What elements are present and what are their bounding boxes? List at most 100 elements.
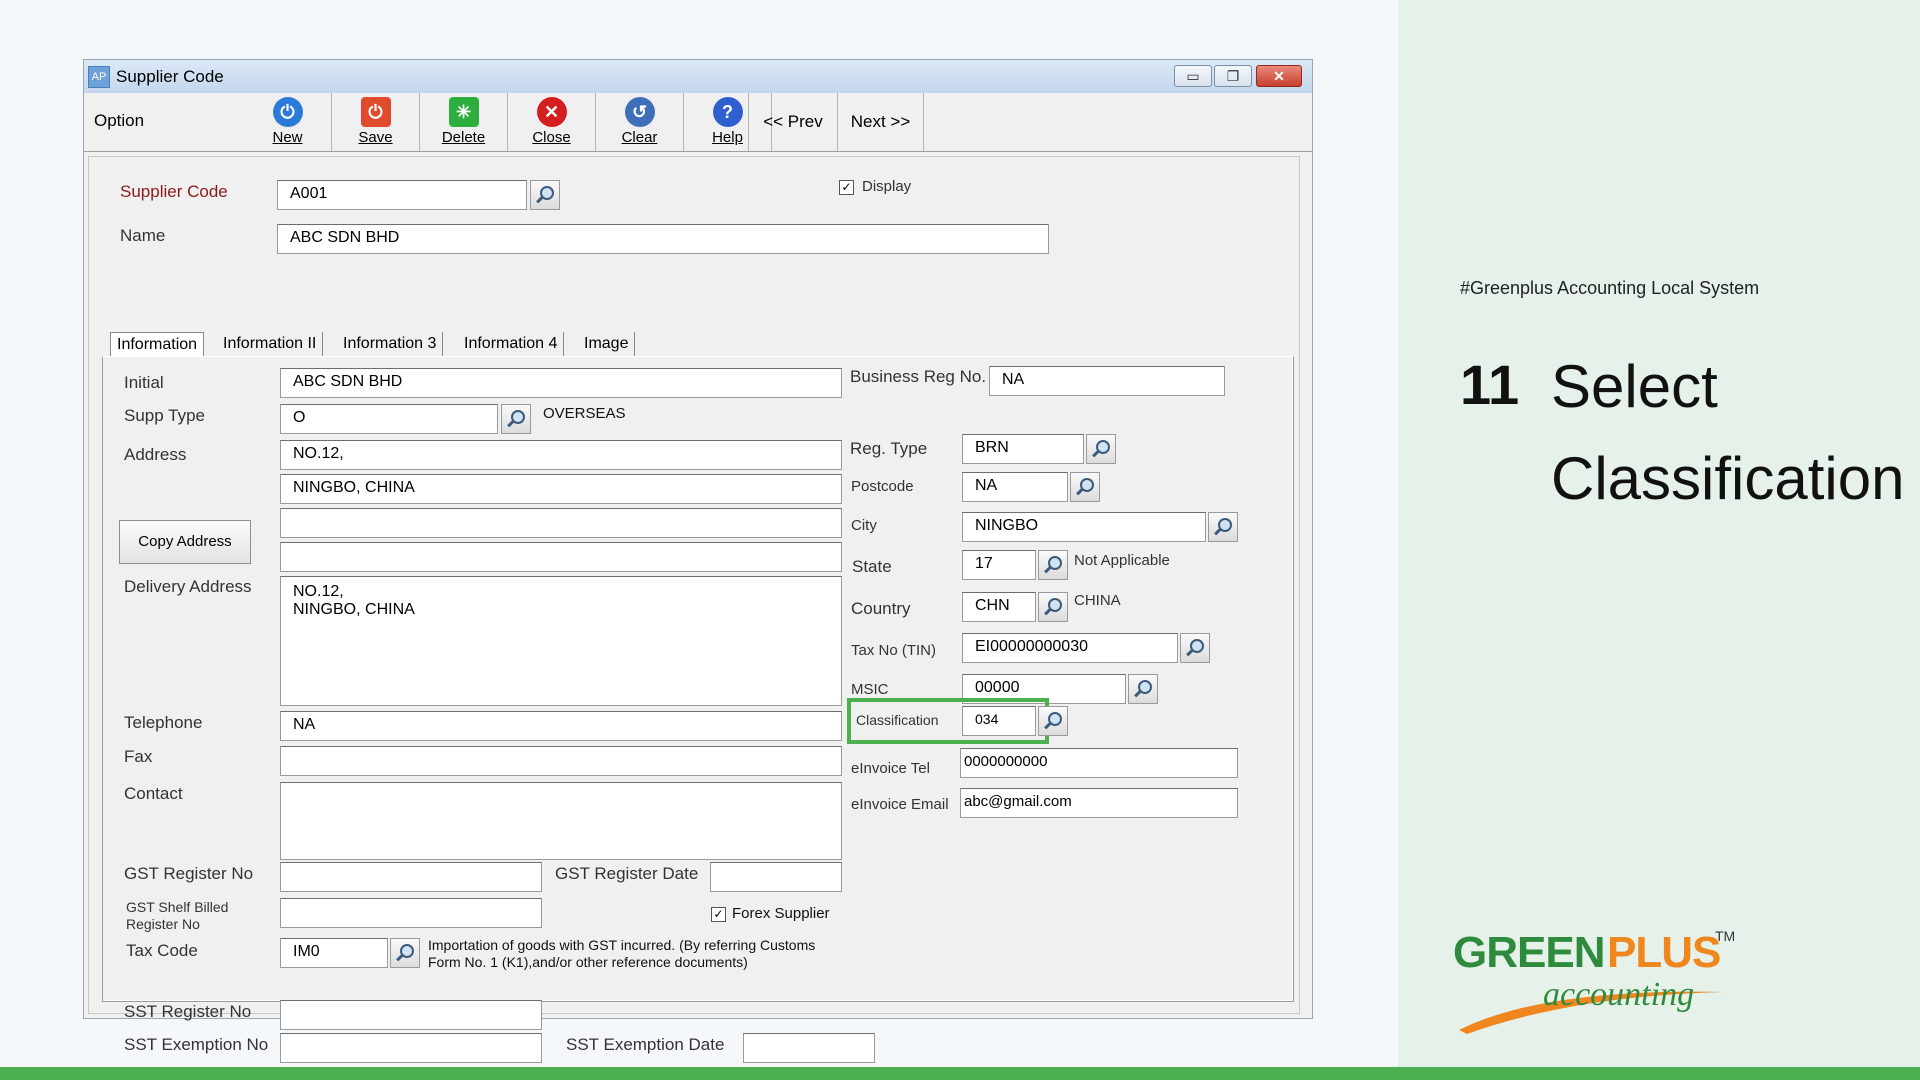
gst-register-no-input[interactable] [280,862,542,892]
greenplus-logo: GREEN PLUS TM accounting [1453,928,1783,1038]
clear-label: Clear [621,129,658,146]
einvoice-email-input[interactable]: abc@gmail.com [960,788,1238,818]
gst-shelf-label-line1: GST Shelf Billed [126,899,229,915]
delete-icon: ✳ [448,97,479,127]
option-label[interactable]: Option [94,111,144,131]
delivery-address-input[interactable]: NO.12, NINGBO, CHINA [280,576,842,706]
clear-button[interactable]: ↺ Clear [596,93,684,151]
new-label: New [272,129,303,146]
forex-supplier-checkbox[interactable]: ✓ [711,907,726,922]
help-icon: ? [712,97,743,127]
supplier-code-label: Supplier Code [120,182,228,201]
window-close-button[interactable]: ✕ [1256,65,1302,87]
display-label: Display [862,178,912,195]
country-input[interactable]: CHN [962,592,1036,622]
forex-supplier-label: Forex Supplier [732,905,830,922]
supplier-code-lookup-icon[interactable] [530,180,560,210]
maximize-button[interactable]: ❐ [1214,65,1252,87]
city-label: City [851,517,877,534]
sst-exemption-no-input[interactable] [280,1033,542,1063]
sst-register-no-label: SST Register No [124,1002,252,1021]
tax-no-input[interactable]: EI00000000030 [962,633,1178,663]
tab-image[interactable]: Image [578,332,636,356]
postcode-label: Postcode [851,478,914,495]
einvoice-tel-input[interactable]: 0000000000 [960,748,1238,778]
country-lookup-icon[interactable] [1038,592,1068,622]
address-line2-input[interactable]: NINGBO, CHINA [280,474,842,504]
initial-input[interactable]: ABC SDN BHD [280,368,842,398]
minimize-button[interactable]: ▭ [1174,65,1212,87]
telephone-input[interactable]: NA [280,711,842,741]
country-desc: CHINA [1074,592,1121,609]
classification-lookup-icon[interactable] [1038,706,1068,736]
logo-tm: TM [1715,928,1736,944]
sst-exemption-no-label: SST Exemption No [124,1035,269,1054]
sst-register-no-input[interactable] [280,1000,542,1030]
reg-type-lookup-icon[interactable] [1086,434,1116,464]
clear-icon: ↺ [624,97,655,127]
gst-register-no-label: GST Register No [124,864,254,883]
contact-input[interactable] [280,782,842,860]
window-title: Supplier Code [116,67,224,86]
reg-type-input[interactable]: BRN [962,434,1084,464]
city-input[interactable]: NINGBO [962,512,1206,542]
supp-type-label: Supp Type [124,406,205,425]
new-button[interactable]: ⏻ New [244,93,332,151]
title-bar[interactable]: AP Supplier Code ▭ ❐ ✕ [84,60,1312,94]
country-label: Country [851,599,911,618]
bottom-accent-bar [0,1067,1920,1080]
save-button[interactable]: ⏻ Save [332,93,420,151]
state-lookup-icon[interactable] [1038,550,1068,580]
gst-shelf-label-line2: Register No [126,916,200,932]
name-input[interactable]: ABC SDN BHD [277,224,1049,254]
tab-information-ii[interactable]: Information II [217,332,324,356]
delete-button[interactable]: ✳ Delete [420,93,508,151]
next-button[interactable]: Next >> [838,93,924,151]
tax-code-input[interactable]: IM0 [280,938,388,968]
copy-address-button[interactable]: Copy Address [119,520,251,564]
business-reg-label: Business Reg No. [850,367,987,386]
sst-exemption-date-input[interactable] [743,1033,875,1063]
tax-code-description: Importation of goods with GST incurred. … [428,937,815,971]
close-label: Close [532,129,571,146]
tax-code-lookup-icon[interactable] [390,938,420,968]
gst-shelf-input[interactable] [280,898,542,928]
supp-type-lookup-icon[interactable] [501,404,531,434]
slide-hashtag: #Greenplus Accounting Local System [1460,278,1760,298]
supp-type-input[interactable]: O [280,404,498,434]
display-checkbox[interactable]: ✓ [839,180,854,195]
address-line4-input[interactable] [280,542,842,572]
app-icon: AP [88,66,110,88]
initial-label: Initial [124,373,164,392]
state-input[interactable]: 17 [962,550,1036,580]
name-label: Name [120,226,166,245]
classification-input[interactable]: 034 [962,706,1036,736]
msic-lookup-icon[interactable] [1128,674,1158,704]
postcode-input[interactable]: NA [962,472,1068,502]
tab-information[interactable]: Information [110,332,205,357]
toolbar: Option ⏻ New ⏻ Save ✳ Delete ✕ Close ↺ C… [84,93,1312,152]
business-reg-input[interactable]: NA [989,366,1225,396]
tab-information-4[interactable]: Information 4 [458,332,565,356]
delivery-address-label: Delivery Address [124,577,252,596]
gst-register-date-input[interactable] [710,862,842,892]
prev-button[interactable]: << Prev [748,93,838,151]
close-button[interactable]: ✕ Close [508,93,596,151]
city-lookup-icon[interactable] [1208,512,1238,542]
close-icon: ✕ [536,97,567,127]
reg-type-label: Reg. Type [850,439,928,458]
postcode-lookup-icon[interactable] [1070,472,1100,502]
tax-code-desc-line2: Form No. 1 (K1),and/or other reference d… [428,954,748,970]
logo-green: GREEN [1453,928,1605,977]
einvoice-email-label: eInvoice Email [851,796,949,813]
tax-no-lookup-icon[interactable] [1180,633,1210,663]
supplier-code-input[interactable]: A001 [277,180,527,210]
address-line1-input[interactable]: NO.12, [280,440,842,470]
sst-exemption-date-label: SST Exemption Date [566,1035,725,1054]
address-line3-input[interactable] [280,508,842,538]
tab-information-3[interactable]: Information 3 [337,332,444,356]
einvoice-tel-label: eInvoice Tel [851,760,930,777]
state-desc: Not Applicable [1074,552,1170,569]
supp-type-desc: OVERSEAS [543,405,626,422]
fax-input[interactable] [280,746,842,776]
